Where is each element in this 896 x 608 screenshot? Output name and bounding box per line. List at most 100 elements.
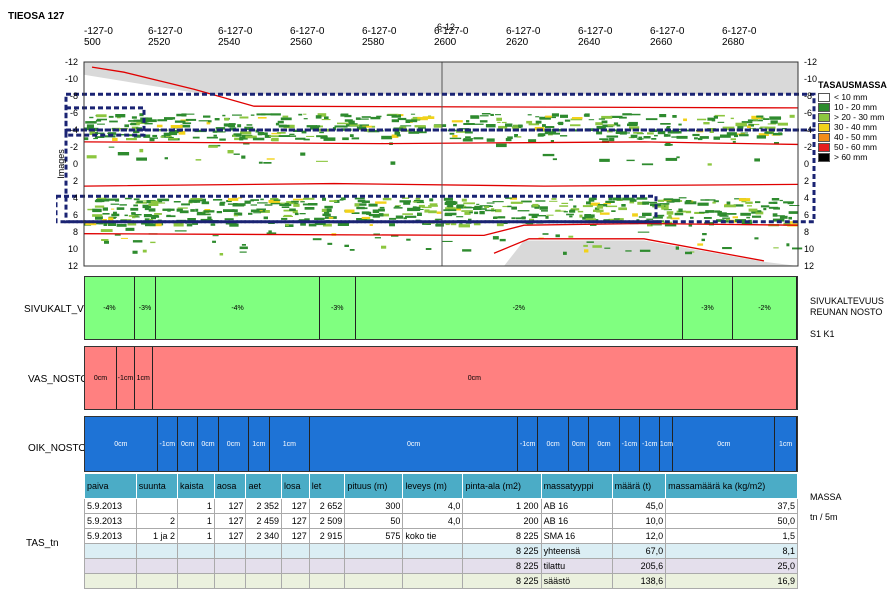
heat-cell <box>753 119 759 121</box>
heat-cell <box>756 135 766 139</box>
tas-label: TAS_tn <box>26 538 59 549</box>
heat-cell <box>505 123 513 127</box>
heat-cell <box>485 124 496 128</box>
heat-cell <box>479 115 489 117</box>
oik-segment: 0cm <box>538 417 569 471</box>
top-tick-label: 6-127-0 2640 <box>578 26 613 48</box>
heat-cell <box>528 123 540 126</box>
heat-cell <box>772 213 778 217</box>
heat-cell <box>555 209 561 212</box>
heat-cell <box>464 206 475 209</box>
heat-cell <box>730 138 736 141</box>
heat-cell <box>92 214 103 217</box>
heat-cell <box>156 124 163 128</box>
right-tick-label: 2 <box>804 176 809 186</box>
heat-cell <box>408 131 420 134</box>
heat-cell <box>386 114 397 116</box>
heat-cell <box>257 132 268 136</box>
left-tick-label: 12 <box>68 261 78 271</box>
heat-cell <box>763 118 770 120</box>
table-cell <box>308 573 346 589</box>
heat-cell <box>340 113 349 116</box>
heat-cell <box>663 134 671 137</box>
heat-cell <box>609 137 615 142</box>
table-cell: 8 225 <box>462 573 542 589</box>
heat-cell <box>724 204 736 208</box>
sivukalt-segment: -2% <box>356 277 684 339</box>
heat-cell <box>492 236 499 240</box>
heat-cell <box>104 240 109 244</box>
heat-cell <box>273 199 281 201</box>
heat-cell <box>263 162 272 164</box>
heat-cell <box>322 213 331 216</box>
heat-cell <box>381 135 393 140</box>
heat-cell <box>465 136 471 138</box>
heat-cell <box>349 249 355 251</box>
heat-cell <box>773 247 779 249</box>
heat-cell <box>647 132 654 135</box>
heat-cell <box>564 119 571 122</box>
heat-cell <box>157 198 170 202</box>
oik-segment: -1cm <box>640 417 661 471</box>
table-cell: 127 <box>281 513 310 529</box>
heat-cell <box>577 210 584 213</box>
heat-cell <box>393 207 403 209</box>
heat-cell <box>672 198 681 203</box>
heat-cell <box>97 123 105 125</box>
heat-cell <box>368 203 378 207</box>
heat-cell <box>746 216 751 219</box>
heat-cell <box>416 201 425 204</box>
heat-cell <box>638 216 646 218</box>
table-cell: 5.9.2013 <box>84 528 137 544</box>
table-cell: 4,0 <box>402 498 464 514</box>
heat-cell <box>717 121 725 123</box>
heat-cell <box>280 117 292 121</box>
table-header-cell: let <box>308 473 346 499</box>
heat-cell <box>703 217 712 219</box>
heat-cell <box>678 197 687 199</box>
heat-cell <box>639 249 651 252</box>
heat-cell <box>760 205 770 208</box>
heat-cell <box>752 215 762 218</box>
heat-cell <box>299 213 306 215</box>
heat-cell <box>542 233 549 235</box>
heat-cell <box>270 202 282 205</box>
heat-cell <box>403 217 407 220</box>
heat-cell <box>532 203 539 207</box>
top-tick-label: 6-127-0 2580 <box>362 26 397 48</box>
heat-cell <box>494 209 502 213</box>
sivukalt-segment: -3% <box>320 277 356 339</box>
heat-cell <box>619 116 627 119</box>
heat-cell <box>120 237 128 239</box>
heat-cell <box>108 115 114 118</box>
heat-cell <box>593 209 604 212</box>
heat-cell <box>144 218 150 221</box>
heat-cell <box>531 215 538 218</box>
heat-cell <box>535 120 542 124</box>
heat-cell <box>633 132 643 134</box>
top-tick-label: -127-0 500 <box>84 26 113 48</box>
heat-cell <box>461 198 467 202</box>
heat-cell <box>258 161 263 164</box>
heat-cell <box>233 133 242 136</box>
table-cell: yhteensä <box>540 543 613 559</box>
left-tick-label: 10 <box>68 244 78 254</box>
heat-cell <box>133 198 140 201</box>
heat-cell <box>190 209 195 212</box>
table-header-cell: määrä (t) <box>611 473 667 499</box>
heat-cell <box>671 136 679 138</box>
heat-cell <box>89 116 94 119</box>
heat-cell <box>622 113 632 116</box>
heat-cell <box>322 197 326 201</box>
table-cell: 575 <box>344 528 404 544</box>
heat-cell <box>596 205 604 209</box>
table-cell: 1 <box>177 498 215 514</box>
heat-cell <box>685 251 692 255</box>
heat-cell <box>654 134 658 137</box>
legend-label: < 10 mm <box>834 92 868 102</box>
page-title: TIEOSA 127 <box>8 11 65 22</box>
sivukalt-segment: -3% <box>683 277 733 339</box>
heat-cell <box>227 150 234 154</box>
heat-cell <box>493 216 502 219</box>
heat-cell <box>185 118 197 121</box>
